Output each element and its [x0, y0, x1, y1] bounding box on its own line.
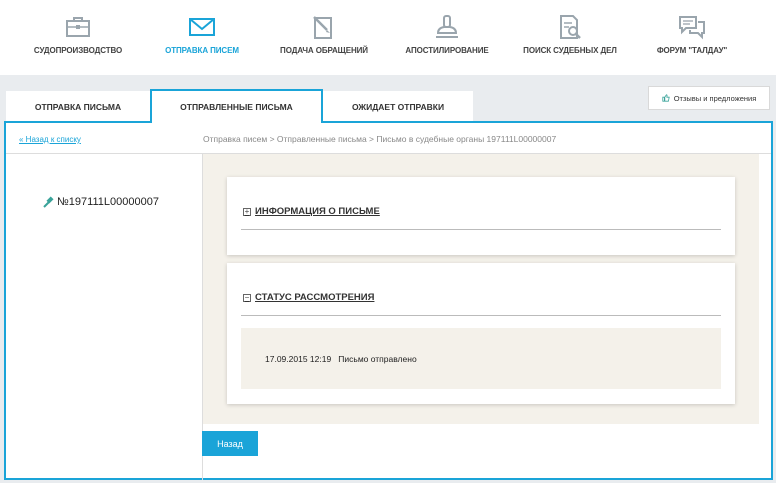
- nav-label: ПОДАЧА ОБРАЩЕНИЙ: [280, 46, 368, 55]
- breadcrumb: Отправка писем > Отправленные письма > П…: [203, 134, 557, 144]
- main-panel: « Назад к списку Отправка писем > Отправ…: [4, 121, 773, 480]
- letter-info-card: + ИНФОРМАЦИЯ О ПИСЬМЕ: [227, 177, 735, 255]
- status-date: 17.09.2015 12:19: [265, 354, 332, 364]
- status-entry-row: 17.09.2015 12:19 Письмо отправлено: [265, 354, 417, 364]
- envelope-icon: [189, 18, 215, 36]
- tab-sent-letters[interactable]: ОТПРАВЛЕННЫЕ ПИСЬМА: [150, 89, 323, 123]
- expand-icon: +: [243, 206, 251, 216]
- letter-info-title: ИНФОРМАЦИЯ О ПИСЬМЕ: [255, 206, 380, 217]
- content-area: + ИНФОРМАЦИЯ О ПИСЬМЕ − СТАТУС РАССМОТРЕ…: [203, 154, 759, 424]
- review-status-card: − СТАТУС РАССМОТРЕНИЯ 17.09.2015 12:19 П…: [227, 263, 735, 404]
- nav-label: ОТПРАВКА ПИСЕМ: [165, 46, 239, 55]
- nav-item-apostille[interactable]: АПОСТИЛИРОВАНИЕ: [402, 0, 492, 75]
- nav-item-case-search[interactable]: ПОИСК СУДЕБНЫХ ДЕЛ: [520, 0, 620, 75]
- nav-label: АПОСТИЛИРОВАНИЕ: [405, 46, 489, 55]
- status-entry: 17.09.2015 12:19 Письмо отправлено: [241, 328, 721, 389]
- feedback-button[interactable]: Отзывы и предложения: [648, 86, 770, 110]
- nav-label: СУДОПРОИЗВОДСТВО: [33, 46, 123, 55]
- feedback-label: Отзывы и предложения: [673, 93, 757, 103]
- document-number: №197111L00000007: [43, 196, 159, 208]
- review-status-title: СТАТУС РАССМОТРЕНИЯ: [255, 292, 375, 303]
- stamp-icon: [436, 15, 458, 38]
- collapse-icon: −: [243, 292, 251, 302]
- review-status-toggle[interactable]: − СТАТУС РАССМОТРЕНИЯ: [243, 292, 374, 303]
- nav-label: ФОРУМ "ТАЛДАУ": [656, 46, 728, 55]
- document-search-icon: [560, 15, 581, 39]
- nav-item-submit-appeals[interactable]: ПОДАЧА ОБРАЩЕНИЙ: [278, 0, 370, 75]
- document-number-text: №197111L00000007: [57, 196, 159, 208]
- thumbs-up-icon: [662, 94, 670, 102]
- card-divider: [241, 315, 721, 316]
- letter-info-toggle[interactable]: + ИНФОРМАЦИЯ О ПИСЬМЕ: [243, 206, 380, 217]
- chat-bubbles-icon: [679, 16, 705, 40]
- back-button[interactable]: Назад: [202, 431, 258, 456]
- nav-item-court-proceedings[interactable]: СУДОПРОИЗВОДСТВО: [26, 0, 130, 75]
- briefcase-icon: [66, 17, 90, 37]
- top-navigation: СУДОПРОИЗВОДСТВО ОТПРАВКА ПИСЕМ ПОДАЧА О…: [0, 0, 776, 75]
- gavel-icon: [43, 196, 54, 208]
- nav-item-forum[interactable]: ФОРУМ "ТАЛДАУ": [650, 0, 734, 75]
- tab-send-letter[interactable]: ОТПРАВКА ПИСЬМА: [6, 91, 150, 123]
- nav-item-send-letters[interactable]: ОТПРАВКА ПИСЕМ: [158, 0, 246, 75]
- tab-awaiting-sending[interactable]: ОЖИДАЕТ ОТПРАВКИ: [323, 91, 473, 123]
- nav-label: ПОИСК СУДЕБНЫХ ДЕЛ: [523, 46, 617, 55]
- back-to-list-link[interactable]: « Назад к списку: [19, 135, 81, 144]
- status-text: Письмо отправлено: [338, 354, 417, 364]
- document-pen-icon: [313, 16, 332, 39]
- card-divider: [241, 229, 721, 230]
